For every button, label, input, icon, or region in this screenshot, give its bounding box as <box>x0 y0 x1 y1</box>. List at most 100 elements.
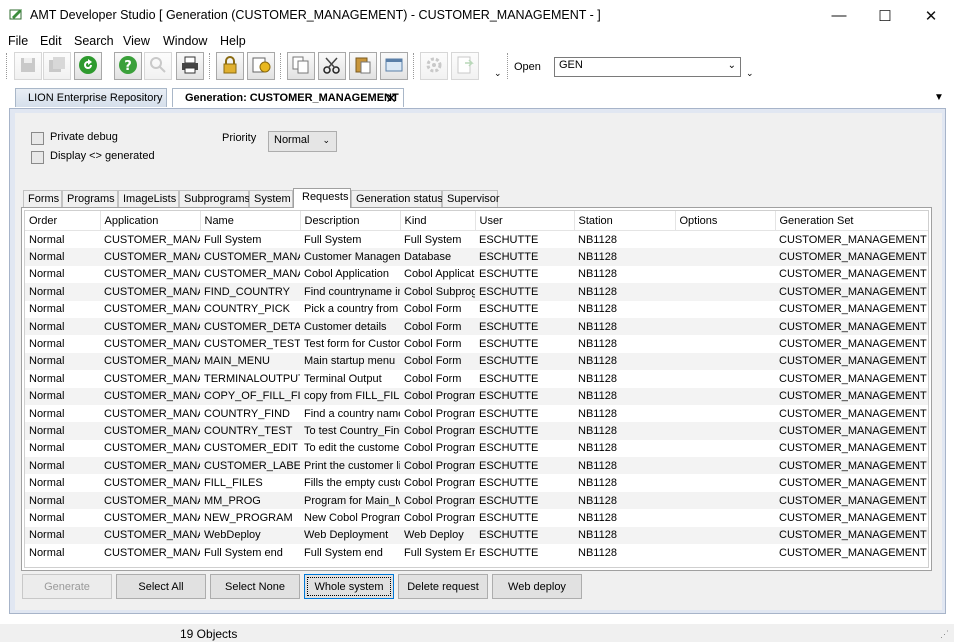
save-all-button[interactable] <box>43 52 71 80</box>
tab-imagelists[interactable]: ImageLists <box>118 190 179 207</box>
tab-list-dropdown-icon[interactable]: ▼ <box>934 92 944 103</box>
column-header[interactable]: Generation Set <box>775 211 928 231</box>
table-row[interactable]: Normal CUSTOMER_MANA COUNTRY_PICK Pick a co… <box>25 301 928 318</box>
table-row[interactable]: Normal CUSTOMER_MANA COUNTRY_FIND Find a co… <box>25 405 928 422</box>
generate-button[interactable]: Generate <box>22 574 112 599</box>
copy-button[interactable] <box>287 52 315 80</box>
table-row[interactable]: Normal CUSTOMER_MANA CUSTOMER_EDIT To edit … <box>25 440 928 457</box>
whole-system-button[interactable]: Whole system <box>304 574 394 599</box>
table-row[interactable]: Normal CUSTOMER_MANA WebDeploy Web Deployme… <box>25 526 928 545</box>
toolbar-grip[interactable] <box>6 53 11 79</box>
tab-subprograms[interactable]: Subprograms <box>179 190 250 207</box>
menu-search[interactable]: Search <box>74 34 114 48</box>
settings-button[interactable] <box>420 52 448 80</box>
tab-programs[interactable]: Programs <box>62 190 118 207</box>
table-row[interactable]: Normal CUSTOMER_MANA TERMINALOUTPUT Termina… <box>25 370 928 387</box>
requests-table[interactable]: Order Application Name Description Kind User S… <box>24 210 929 568</box>
toolbar-overflow-icon[interactable]: ⌄ <box>494 68 502 79</box>
table-row[interactable]: Normal CUSTOMER_MANA CUSTOMER_MANA Cobol Ap… <box>25 266 928 283</box>
table-cell: CUSTOMER_MANA <box>104 511 200 524</box>
table-row[interactable]: Normal CUSTOMER_MANA FIND_COUNTRY Find coun… <box>25 283 928 301</box>
column-header[interactable]: Application <box>100 211 201 231</box>
minimize-button[interactable]: — <box>816 0 862 31</box>
table-row[interactable]: Normal CUSTOMER_MANA FILL_FILES Fills the e… <box>25 474 928 491</box>
table-cell: ESCHUTTE <box>479 546 539 559</box>
find-button[interactable] <box>144 52 172 80</box>
table-row[interactable]: Normal CUSTOMER_MANA CUSTOMER_DETAI Custome… <box>25 317 928 336</box>
table-cell: NB1128 <box>574 457 675 475</box>
table-cell <box>675 526 775 545</box>
table-cell: New Cobol Program <box>304 511 400 524</box>
table-cell: Find countryname in <box>300 283 400 301</box>
table-cell: CUSTOMER_MANAGEMENT <box>775 283 928 301</box>
table-row[interactable]: Normal CUSTOMER_MANA MM_PROG Program for Ma… <box>25 491 928 510</box>
table-cell: copy from FILL_FILE <box>300 387 400 405</box>
maximize-button[interactable]: ☐ <box>862 0 908 31</box>
toolbar-overflow-icon-2[interactable]: ⌄ <box>746 68 754 79</box>
table-row[interactable]: Normal CUSTOMER_MANA MAIN_MENU Main startup… <box>25 352 928 371</box>
table-cell <box>675 457 775 475</box>
table-cell: Normal <box>29 338 65 351</box>
private-debug-checkbox[interactable] <box>31 132 44 145</box>
print-button[interactable] <box>176 52 204 80</box>
save-button[interactable] <box>14 52 42 80</box>
column-header[interactable]: Name <box>200 211 301 231</box>
close-button[interactable]: ✕ <box>908 0 954 31</box>
tab-generation-status[interactable]: Generation status <box>351 190 443 207</box>
table-row[interactable]: Normal CUSTOMER_MANA NEW_PROGRAM New Cobol … <box>25 509 928 526</box>
table-row[interactable]: Normal CUSTOMER_MANA Full System end Full S… <box>25 544 928 561</box>
priority-select[interactable]: Normal ⌄ <box>268 131 337 152</box>
tab-repository[interactable]: LION Enterprise Repository <box>15 88 167 107</box>
table-row[interactable]: Normal CUSTOMER_MANA CUSTOMER_LABEL Print t… <box>25 457 928 475</box>
generation-select[interactable]: GEN ⌄ <box>554 57 741 77</box>
close-tab-icon[interactable]: ✕ <box>385 90 397 107</box>
select-all-button[interactable]: Select All <box>116 574 206 599</box>
menu-edit[interactable]: Edit <box>40 34 62 48</box>
column-header[interactable]: Kind <box>400 211 476 231</box>
help-button[interactable]: ? <box>114 52 142 80</box>
menu-window[interactable]: Window <box>163 34 207 48</box>
paste-button[interactable] <box>349 52 377 80</box>
menu-view[interactable]: View <box>123 34 150 48</box>
table-cell: CUSTOMER_MANAGEMENT <box>775 248 928 266</box>
lock-button[interactable] <box>216 52 244 80</box>
tab-generation[interactable]: Generation: CUSTOMER_MANAGEMENT ✕ <box>172 88 404 107</box>
table-cell: Full System end <box>204 546 283 559</box>
table-row[interactable]: Normal CUSTOMER_MANA COPY_OF_FILL_FIL copy … <box>25 387 928 405</box>
export-pdf-button[interactable] <box>451 52 479 80</box>
column-header[interactable]: Station <box>574 211 676 231</box>
column-header[interactable]: Order <box>25 211 101 231</box>
table-cell: CUSTOMER_MANA <box>104 442 200 455</box>
table-row[interactable]: Normal CUSTOMER_MANA CUSTOMER_MANA Customer… <box>25 248 928 266</box>
table-cell: CUSTOMER_LABEL <box>200 457 300 475</box>
delete-request-button[interactable]: Delete request <box>398 574 488 599</box>
web-deploy-button[interactable]: Web deploy <box>492 574 582 599</box>
toolbar-grip-2[interactable] <box>507 53 512 79</box>
tab-supervisor[interactable]: Supervisor <box>442 190 500 207</box>
table-cell: CUSTOMER_MANA <box>100 422 200 440</box>
cut-button[interactable] <box>318 52 346 80</box>
menu-help[interactable]: Help <box>220 34 246 48</box>
refresh-button[interactable] <box>74 52 102 80</box>
column-header[interactable]: User <box>475 211 575 231</box>
table-cell: NB1128 <box>578 303 617 316</box>
menu-file[interactable]: File <box>8 34 28 48</box>
table-cell: Normal <box>29 442 65 455</box>
select-none-button[interactable]: Select None <box>210 574 300 599</box>
display-generated-checkbox[interactable] <box>31 151 44 164</box>
window-button[interactable] <box>380 52 408 80</box>
table-cell: Terminal Output <box>304 372 382 385</box>
table-cell: Normal <box>29 477 65 490</box>
column-header[interactable]: Options <box>675 211 776 231</box>
table-cell <box>675 301 775 318</box>
table-row[interactable]: Normal CUSTOMER_MANA CUSTOMER_TEST Test for… <box>25 335 928 352</box>
resize-grip-icon[interactable]: ⋰ <box>940 629 949 640</box>
column-header[interactable]: Description <box>300 211 401 231</box>
properties-button[interactable] <box>247 52 275 80</box>
table-row[interactable]: Normal CUSTOMER_MANA COUNTRY_TEST To test C… <box>25 422 928 440</box>
tab-system[interactable]: System <box>249 190 293 207</box>
table-row[interactable]: Normal CUSTOMER_MANA Full System Full Syste… <box>25 231 928 249</box>
tab-forms[interactable]: Forms <box>23 190 62 207</box>
tab-requests[interactable]: Requests <box>293 188 351 208</box>
table-cell: CUSTOMER_MANAGEMENT <box>779 407 927 420</box>
